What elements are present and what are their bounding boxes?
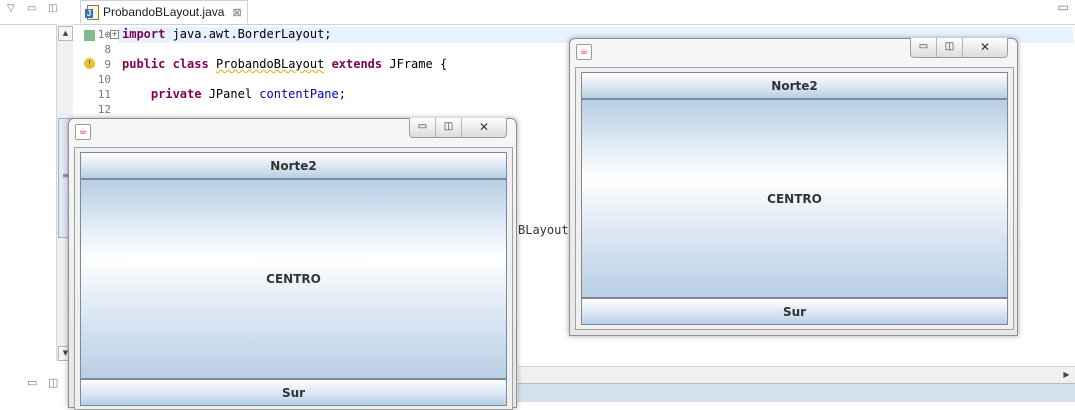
line-number: 1⊕: [97, 28, 111, 41]
maximize-icon[interactable]: ◫: [48, 376, 58, 389]
code-line[interactable]: import java.awt.BorderLayout;: [122, 27, 332, 41]
close-button[interactable]: ✕: [462, 118, 506, 137]
window-controls: ▭ ◫ ✕: [409, 118, 507, 138]
close-button[interactable]: ✕: [963, 38, 1007, 57]
java-file-icon: J: [85, 5, 99, 20]
north-button[interactable]: Norte2: [581, 72, 1008, 99]
minimize-icon[interactable]: ▭: [27, 376, 37, 389]
window-content-pane: Norte2 CENTRO Sur: [575, 67, 1014, 330]
window-title-bar[interactable]: ☕ ▭ ◫ ✕: [69, 118, 516, 143]
editor-tab-title: ProbandoBLayout.java: [103, 5, 225, 19]
swing-window-left[interactable]: ☕ ▭ ◫ ✕ Norte2 CENTRO Sur: [68, 118, 517, 410]
maximize-button[interactable]: ◫: [436, 118, 462, 137]
minimize-button[interactable]: ▭: [911, 38, 937, 57]
code-line[interactable]: public class ProbandoBLayout extends JFr…: [122, 57, 447, 71]
line-number: 9: [104, 58, 111, 71]
line-number: 12: [97, 103, 111, 116]
window-content-pane: Norte2 CENTRO Sur: [74, 147, 513, 410]
center-button[interactable]: CENTRO: [80, 179, 507, 379]
window-title-bar[interactable]: ☕ ▭ ◫ ✕: [570, 38, 1017, 63]
scroll-up-icon[interactable]: ▲: [58, 26, 73, 41]
chevron-down-icon[interactable]: ▽: [7, 3, 15, 14]
scroll-right-icon[interactable]: ▶: [1060, 368, 1073, 381]
code-fragment: BLayout(: [518, 223, 576, 237]
java-app-icon: ☕: [576, 44, 592, 60]
minimize-button[interactable]: ▭: [410, 118, 436, 137]
window-controls: ▭ ◫ ✕: [910, 38, 1008, 58]
horizontal-scrollbar[interactable]: ▶: [518, 366, 1075, 383]
maximize-button[interactable]: ◫: [937, 38, 963, 57]
south-button[interactable]: Sur: [581, 298, 1008, 325]
editor-tab-bar: ▽ ▭ ◫ J ProbandoBLayout.java ⊠ ▭: [0, 0, 1075, 25]
minimize-icon[interactable]: ▭: [27, 3, 36, 14]
line-number: 8: [104, 43, 111, 56]
line-number: 10: [97, 73, 111, 86]
line-number: 11: [97, 88, 111, 101]
editor-tab[interactable]: J ProbandoBLayout.java ⊠: [80, 0, 248, 23]
south-button[interactable]: Sur: [80, 379, 507, 406]
fold-expand-icon[interactable]: +: [110, 30, 119, 39]
close-icon[interactable]: ⊠: [232, 6, 241, 19]
java-app-icon: ☕: [75, 124, 91, 140]
center-button[interactable]: CENTRO: [581, 99, 1008, 298]
maximize-icon[interactable]: ◫: [48, 3, 57, 14]
code-line[interactable]: private JPanel contentPane;: [122, 87, 346, 101]
north-button[interactable]: Norte2: [80, 152, 507, 179]
minimize-icon[interactable]: ▭: [1058, 0, 1069, 14]
swing-window-right[interactable]: ☕ ▭ ◫ ✕ Norte2 CENTRO Sur: [569, 38, 1018, 336]
bottom-tab-bar: [518, 383, 1075, 402]
